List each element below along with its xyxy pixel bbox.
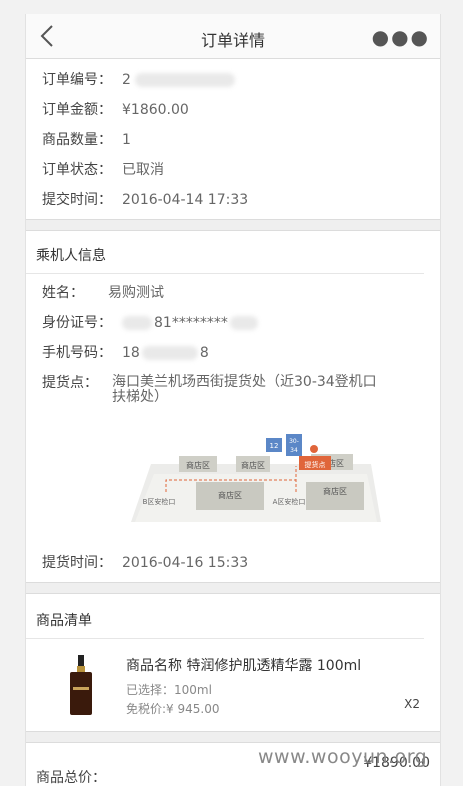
- passenger-title: 乘机人信息: [26, 231, 424, 274]
- order-time-value: 2016-04-14 17:33: [122, 192, 249, 208]
- pickup-time-label: 提货时间：: [42, 555, 112, 571]
- map-security-b: B区安检口: [143, 497, 176, 506]
- order-status-label: 订单状态：: [42, 162, 112, 178]
- order-amount-label: 订单金额：: [42, 102, 112, 118]
- pickup-label: 提货点：: [42, 375, 98, 391]
- map-shop-1-label: 商店区: [186, 460, 210, 470]
- order-info: 订单编号： 2 订单金额： ¥1860.00 商品数量： 1 订单状态： 已取消…: [26, 59, 440, 219]
- order-time-row: 提交时间： 2016-04-14 17:33: [26, 185, 440, 215]
- goods-item[interactable]: 商品名称 特润修护肌透精华露 100ml 已选择：100ml 免税价:¥ 945…: [26, 639, 440, 731]
- order-number-value: 2: [122, 72, 235, 88]
- phone-screen: 订单详情 ●●● 订单编号： 2 订单金额： ¥1860.00 商品数量： 1 …: [25, 14, 441, 786]
- pickup-time-row: 提货时间： 2016-04-16 15:33: [26, 548, 440, 578]
- nav-bar: 订单详情 ●●●: [26, 14, 440, 59]
- map-shop-4-label: 商店区: [218, 490, 242, 500]
- map-pin-icon: [310, 445, 318, 453]
- passenger-phone-label: 手机号码：: [42, 345, 112, 361]
- map-pickup-label: 提货点: [305, 460, 326, 469]
- passenger-name-label: 姓名：: [42, 285, 84, 301]
- serum-bottle-icon: [70, 655, 92, 715]
- product-spec: 已选择：100ml: [126, 683, 212, 697]
- product-details: 商品名称 特润修护肌透精华露 100ml 已选择：100ml 免税价:¥ 945…: [126, 655, 430, 717]
- order-qty-row: 商品数量： 1: [26, 125, 440, 155]
- goods-title: 商品清单: [26, 594, 424, 639]
- order-qty-label: 商品数量：: [42, 132, 112, 148]
- passenger-id-value: 81********: [122, 315, 258, 331]
- passenger-id-row: 身份证号： 81********: [26, 308, 440, 338]
- map-security-a: A区安检口: [273, 497, 306, 506]
- pickup-map: 商店区 商店区 商店区 商店区 商店区 12 30- 34 提货点 B区安检口 …: [131, 434, 381, 522]
- watermark: www.wooyun.org: [258, 746, 428, 768]
- order-number-label: 订单编号：: [42, 72, 112, 88]
- goods-section: 商品清单 商品名称 特润修护肌透精华露 100ml 已选择：100ml 免税价:…: [26, 594, 440, 731]
- passenger-id-label: 身份证号：: [42, 315, 112, 331]
- order-qty-value: 1: [122, 132, 131, 148]
- passenger-section: 乘机人信息 姓名： 易购测试 身份证号： 81******** 手机号码： 18…: [26, 231, 440, 578]
- product-name: 商品名称 特润修护肌透精华露 100ml: [126, 658, 362, 674]
- map-gate-12-label: 12: [270, 442, 279, 450]
- order-amount-row: 订单金额： ¥1860.00: [26, 95, 440, 125]
- passenger-phone-value: 18 8: [122, 345, 209, 361]
- more-icon[interactable]: ●●●: [372, 25, 430, 49]
- product-image: [36, 655, 126, 715]
- passenger-phone-row: 手机号码： 18 8: [26, 338, 440, 368]
- order-time-label: 提交时间：: [42, 192, 112, 208]
- order-amount-value: ¥1860.00: [122, 102, 189, 118]
- map-gate-3034-top: 30-: [289, 438, 299, 445]
- divider: [26, 219, 440, 231]
- pickup-row: 提货点： 海口美兰机场西街提货处（近30-34登机口扶梯处）: [26, 368, 440, 412]
- map-shop-2-label: 商店区: [241, 460, 265, 470]
- map-gate-3034-bot: 34: [290, 447, 298, 454]
- divider: [26, 731, 440, 743]
- passenger-name-value: 易购测试: [108, 285, 164, 301]
- product-qty: X2: [404, 697, 420, 711]
- total-label: 商品总价：: [36, 770, 106, 786]
- divider: [26, 582, 440, 594]
- order-status-row: 订单状态： 已取消: [26, 155, 440, 185]
- pickup-time-value: 2016-04-16 15:33: [122, 555, 249, 571]
- product-price: 免税价:¥ 945.00: [126, 702, 220, 716]
- order-status-value: 已取消: [122, 162, 164, 178]
- order-number-row: 订单编号： 2: [26, 65, 440, 95]
- map-shop-5-label: 商店区: [323, 486, 347, 496]
- passenger-name-row: 姓名： 易购测试: [26, 278, 440, 308]
- pickup-value: 海口美兰机场西街提货处（近30-34登机口扶梯处）: [112, 374, 377, 405]
